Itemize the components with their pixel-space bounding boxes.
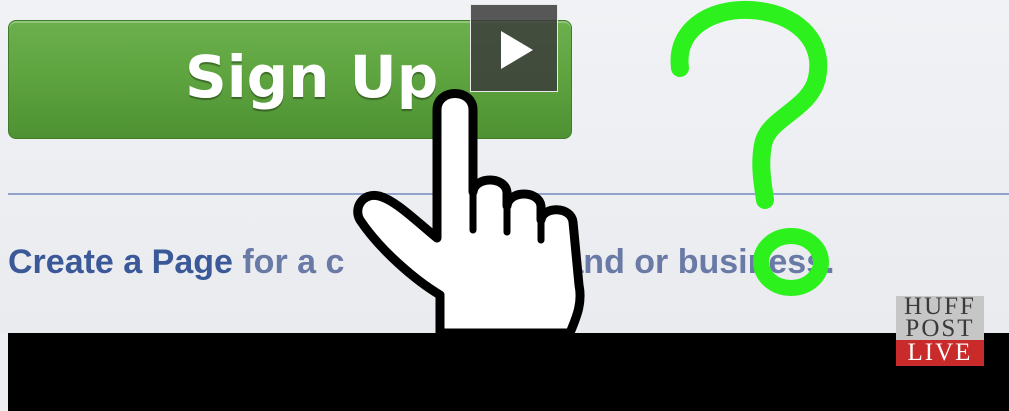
huffpost-live-logo: HUFF POST LIVE — [896, 294, 984, 376]
create-page-text: for a c — [232, 243, 345, 281]
video-overlay-bar — [8, 333, 1009, 411]
play-icon — [501, 31, 533, 69]
question-mark-icon — [670, 0, 829, 296]
create-page-link[interactable]: Create a Page — [8, 243, 233, 281]
logo-line-post: POST — [896, 316, 984, 341]
video-play-button[interactable] — [470, 4, 558, 92]
pointing-hand-icon — [353, 89, 585, 333]
logo-line-live: LIVE — [896, 340, 984, 366]
